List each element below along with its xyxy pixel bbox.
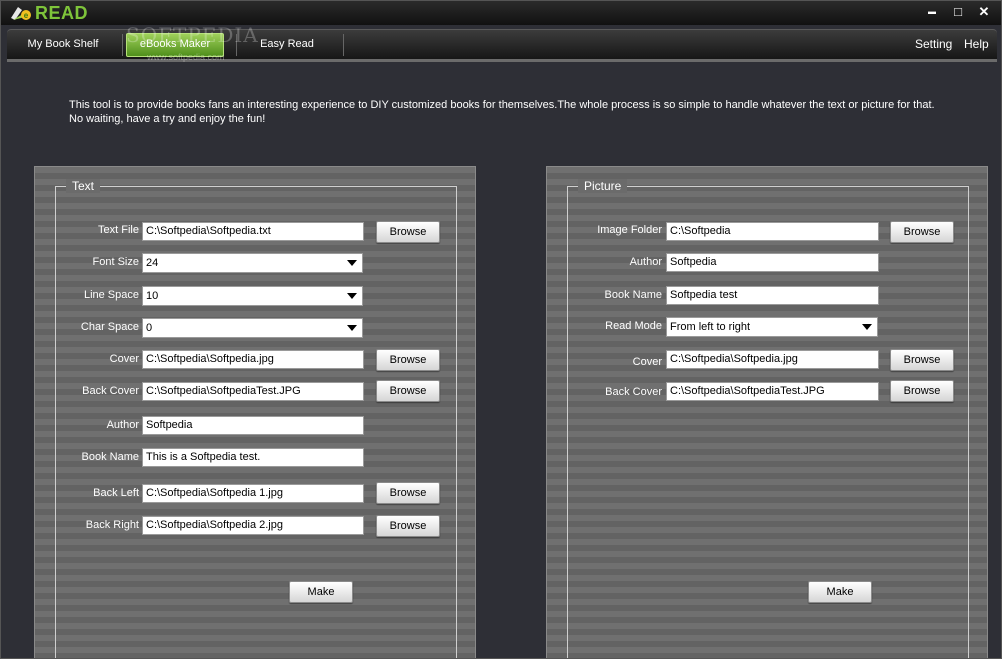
window-controls: ▬ □ ✕ <box>921 3 995 20</box>
dropdown-arrow-icon[interactable] <box>344 321 360 335</box>
picture-back-cover-input[interactable]: C:\Softpedia\SoftpediaTest.JPG <box>666 382 879 401</box>
cover-input[interactable]: C:\Softpedia\Softpedia.jpg <box>142 350 364 369</box>
author-label: Author <box>106 419 139 431</box>
image-folder-label: Image Folder <box>597 224 662 236</box>
cover-label: Cover <box>109 353 139 365</box>
back-left-label: Back Left <box>93 487 139 499</box>
back-right-browse-button[interactable]: Browse <box>376 515 440 537</box>
setting-menu[interactable]: Setting <box>915 30 952 60</box>
read-mode-label: Read Mode <box>605 320 662 332</box>
picture-cover-input[interactable]: C:\Softpedia\Softpedia.jpg <box>666 350 879 369</box>
line-space-label: Line Space <box>83 289 139 301</box>
watermark: SOFTPEDIA <box>126 23 259 47</box>
maximize-icon[interactable]: □ <box>947 3 969 20</box>
title-bar[interactable]: e READ ▬ □ ✕ <box>1 1 1001 25</box>
cover-browse-button[interactable]: Browse <box>376 349 440 371</box>
back-right-input[interactable]: C:\Softpedia\Softpedia 2.jpg <box>142 516 364 535</box>
close-icon[interactable]: ✕ <box>973 3 995 20</box>
help-menu[interactable]: Help <box>964 30 989 60</box>
text-panel: Text Text File C:\Softpedia\Softpedia.tx… <box>34 166 476 658</box>
book-leaf-icon: e <box>11 7 31 20</box>
picture-book-name-input[interactable]: Softpedia test <box>666 286 879 305</box>
book-name-input[interactable]: This is a Softpedia test. <box>142 448 364 467</box>
text-make-button[interactable]: Make <box>289 581 353 603</box>
font-size-select[interactable]: 24 <box>142 253 363 273</box>
line-space-select[interactable]: 10 <box>142 286 363 306</box>
picture-group-title: Picture <box>578 179 628 193</box>
image-folder-input[interactable]: C:\Softpedia <box>666 222 879 241</box>
picture-author-input[interactable]: Softpedia <box>666 253 879 272</box>
back-cover-input[interactable]: C:\Softpedia\SoftpediaTest.JPG <box>142 382 364 401</box>
font-size-value: 24 <box>146 257 159 269</box>
picture-cover-label: Cover <box>632 356 662 368</box>
dropdown-arrow-icon[interactable] <box>859 320 875 334</box>
picture-cover-browse-button[interactable]: Browse <box>890 349 954 371</box>
watermark-url: www.softpedia.com <box>147 52 225 62</box>
minimize-icon[interactable]: ▬ <box>921 3 943 20</box>
picture-back-cover-browse-button[interactable]: Browse <box>890 380 954 402</box>
svg-text:e: e <box>24 11 29 20</box>
char-space-select[interactable]: 0 <box>142 318 363 338</box>
back-right-label: Back Right <box>85 519 139 531</box>
read-mode-value: From left to right <box>670 321 751 333</box>
read-mode-select[interactable]: From left to right <box>666 317 878 337</box>
picture-author-label: Author <box>629 256 662 268</box>
text-file-browse-button[interactable]: Browse <box>376 221 440 243</box>
book-name-label: Book Name <box>81 451 139 463</box>
intro-text: This tool is to provide books fans an in… <box>69 99 935 125</box>
back-left-input[interactable]: C:\Softpedia\Softpedia 1.jpg <box>142 484 364 503</box>
back-cover-browse-button[interactable]: Browse <box>376 380 440 402</box>
text-file-input[interactable]: C:\Softpedia\Softpedia.txt <box>142 222 364 241</box>
tab-my-book-shelf[interactable]: My Book Shelf <box>15 30 111 60</box>
text-group-title: Text <box>66 179 101 193</box>
dropdown-arrow-icon[interactable] <box>344 256 360 270</box>
tab-separator <box>122 34 123 56</box>
line-space-value: 10 <box>146 290 159 302</box>
app-window: e READ ▬ □ ✕ My Book Shelf eBooks Maker … <box>0 0 1002 659</box>
back-cover-label: Back Cover <box>82 385 139 397</box>
picture-book-name-label: Book Name <box>604 289 662 301</box>
picture-panel: Picture Image Folder C:\Softpedia Browse… <box>546 166 988 658</box>
dropdown-arrow-icon[interactable] <box>344 289 360 303</box>
picture-make-button[interactable]: Make <box>808 581 872 603</box>
char-space-label: Char Space <box>80 321 139 333</box>
font-size-label: Font Size <box>92 256 139 268</box>
image-folder-browse-button[interactable]: Browse <box>890 221 954 243</box>
picture-back-cover-label: Back Cover <box>605 386 662 398</box>
author-input[interactable]: Softpedia <box>142 416 364 435</box>
char-space-value: 0 <box>146 322 153 334</box>
back-left-browse-button[interactable]: Browse <box>376 482 440 504</box>
tab-easy-read[interactable]: Easy Read <box>247 30 327 60</box>
app-name: READ <box>35 3 89 23</box>
tab-separator <box>343 34 344 56</box>
text-file-label: Text File <box>98 224 139 236</box>
